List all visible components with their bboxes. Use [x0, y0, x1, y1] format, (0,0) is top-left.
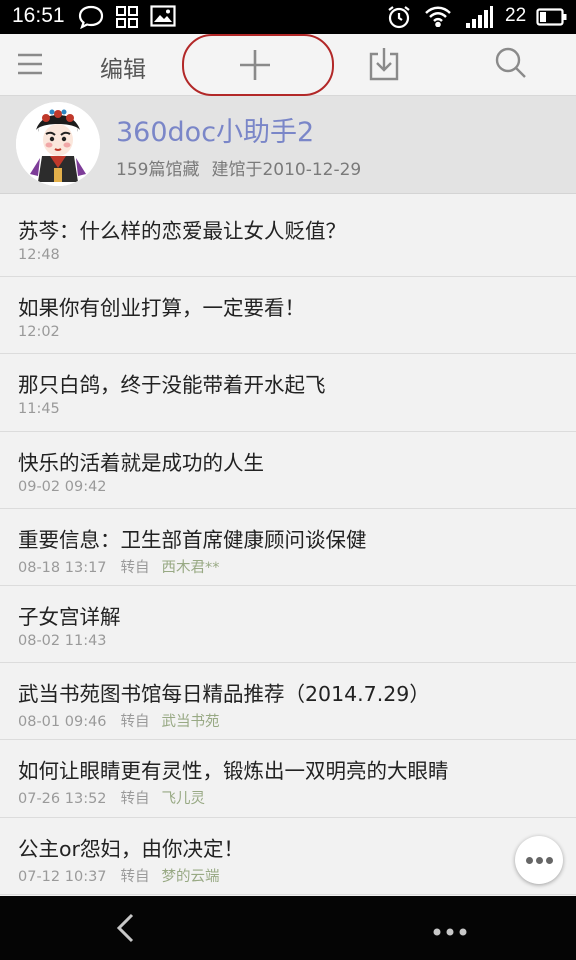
- article-meta: 08-18 13:17 转自 西木君**: [18, 556, 220, 577]
- list-item[interactable]: 如果你有创业打算，一定要看！ 12:02: [0, 277, 576, 355]
- article-time: 08-18 13:17: [18, 559, 107, 576]
- signal-icon: [465, 5, 493, 33]
- established-date: 建馆于2010-12-29: [211, 160, 362, 180]
- article-time: 08-01 09:46: [18, 714, 107, 731]
- more-horizontal-icon: [526, 857, 533, 864]
- back-icon[interactable]: [114, 912, 138, 948]
- more-horizontal-icon-dot: [546, 857, 553, 864]
- article-time: 08-02 11:43: [18, 632, 107, 649]
- list-item[interactable]: 那只白鸽，终于没能带着开水起飞 11:45: [0, 354, 576, 432]
- article-meta: 08-02 11:43: [18, 633, 107, 649]
- article-time: 12:02: [18, 324, 60, 341]
- status-bar: 16:51 22: [0, 0, 576, 34]
- library-name[interactable]: 360doc小助手2: [116, 110, 314, 149]
- library-meta: 159篇馆藏 建馆于2010-12-29: [116, 155, 361, 180]
- article-time: 12:48: [18, 247, 60, 263]
- search-icon[interactable]: [494, 46, 528, 84]
- article-title: 武当书苑图书馆每日精品推荐（2014.7.29）: [18, 682, 430, 707]
- avatar[interactable]: [16, 102, 100, 186]
- repost-label: 转自: [120, 559, 150, 576]
- chat-bubble-icon: [78, 5, 104, 33]
- article-time: 07-12 10:37: [18, 868, 107, 885]
- article-title: 如果你有创业打算，一定要看！: [18, 296, 305, 321]
- wifi-icon: [424, 5, 452, 31]
- article-meta: 09-02 09:42: [18, 479, 107, 495]
- article-title: 那只白鸽，终于没能带着开水起飞: [18, 373, 326, 398]
- list-item[interactable]: 武当书苑图书馆每日精品推荐（2014.7.29） 08-01 09:46 转自 武当…: [0, 663, 576, 741]
- more-horizontal-icon-dot: [536, 857, 543, 864]
- list-item[interactable]: 苏芩：什么样的恋爱最让女人贬值？ 12:48: [0, 200, 576, 278]
- download-icon[interactable]: [368, 46, 400, 86]
- article-meta: 12:48: [18, 247, 60, 263]
- app-grid-icon: [115, 5, 139, 33]
- add-button-highlight: [182, 34, 334, 96]
- article-title: 公主or怨妇，由你决定！: [18, 836, 244, 861]
- top-toolbar: 编辑: [0, 34, 576, 96]
- alarm-icon: [386, 5, 412, 33]
- article-title: 子女宫详解: [18, 604, 121, 629]
- list-item[interactable]: 如何让眼睛更有灵性，锻炼出一双明亮的大眼睛 07-26 13:52 转自 飞儿灵: [0, 740, 576, 818]
- source-user-link[interactable]: 西木君**: [162, 560, 220, 576]
- source-user-link[interactable]: 武当书苑: [162, 714, 220, 730]
- article-title: 苏芩：什么样的恋爱最让女人贬值？: [18, 219, 346, 243]
- article-title: 快乐的活着就是成功的人生: [18, 450, 264, 475]
- bottom-nav-bar: [0, 896, 576, 960]
- source-user-link[interactable]: 飞儿灵: [162, 791, 206, 807]
- article-time: 07-26 13:52: [18, 791, 107, 808]
- article-meta: 08-01 09:46 转自 武当书苑: [18, 710, 220, 731]
- list-item[interactable]: 重要信息：卫生部首席健康顾问谈保健 08-18 13:17 转自 西木君**: [0, 508, 576, 586]
- source-user-link[interactable]: 梦的云端: [162, 869, 220, 885]
- edit-button[interactable]: 编辑: [100, 50, 146, 84]
- status-time: 16:51: [12, 4, 65, 27]
- more-options-button[interactable]: [515, 836, 563, 884]
- article-list: 苏芩：什么样的恋爱最让女人贬值？ 12:48 如果你有创业打算，一定要看！ 12…: [0, 200, 576, 895]
- article-title: 如何让眼睛更有灵性，锻炼出一双明亮的大眼睛: [18, 759, 449, 784]
- article-count: 159篇馆藏: [116, 160, 200, 180]
- battery-level: 22: [505, 5, 527, 26]
- more-icon[interactable]: [432, 922, 468, 941]
- article-time: 11:45: [18, 401, 60, 418]
- repost-label: 转自: [120, 714, 150, 731]
- article-title: 重要信息：卫生部首席健康顾问谈保健: [18, 527, 367, 552]
- article-meta: 07-26 13:52 转自 飞儿灵: [18, 787, 205, 808]
- library-profile-header[interactable]: 360doc小助手2 159篇馆藏 建馆于2010-12-29: [0, 96, 576, 194]
- repost-label: 转自: [120, 791, 150, 808]
- article-meta: 12:02: [18, 324, 60, 340]
- article-time: 09-02 09:42: [18, 478, 107, 495]
- list-item[interactable]: 快乐的活着就是成功的人生 09-02 09:42: [0, 431, 576, 509]
- list-item[interactable]: 公主or怨妇，由你决定！ 07-12 10:37 转自 梦的云端: [0, 817, 576, 895]
- menu-icon[interactable]: [16, 52, 44, 80]
- article-meta: 11:45: [18, 401, 60, 417]
- article-meta: 07-12 10:37 转自 梦的云端: [18, 865, 220, 886]
- list-item[interactable]: 子女宫详解 08-02 11:43: [0, 585, 576, 664]
- image-icon: [150, 5, 176, 31]
- battery-icon: [536, 8, 568, 30]
- repost-label: 转自: [120, 868, 150, 885]
